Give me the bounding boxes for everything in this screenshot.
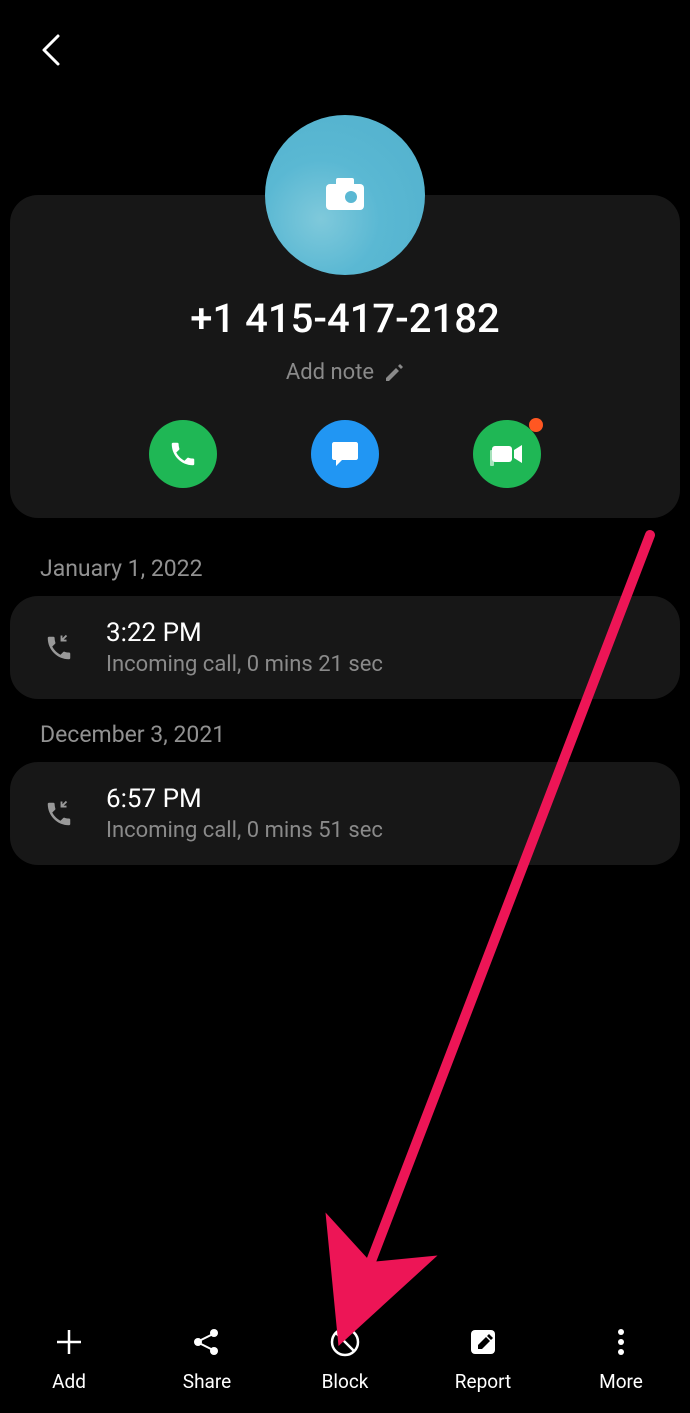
chevron-left-icon [38,32,62,68]
date-header: December 3, 2021 [0,709,690,762]
add-note-button[interactable]: Add note [30,360,660,385]
nav-label: Add [52,1370,86,1393]
call-detail: Incoming call, 0 mins 51 sec [106,818,650,843]
back-button[interactable] [30,30,70,70]
share-icon [189,1324,225,1360]
report-button[interactable]: Report [433,1324,533,1393]
contact-avatar[interactable] [265,115,425,275]
video-icon [490,442,524,466]
phone-number: +1 415-417-2182 [30,295,660,342]
nav-label: More [599,1370,643,1393]
add-button[interactable]: Add [19,1324,119,1393]
message-button[interactable] [311,420,379,488]
more-button[interactable]: More [571,1324,671,1393]
more-vertical-icon [603,1324,639,1360]
nav-label: Share [183,1370,231,1393]
phone-icon [168,439,198,469]
block-button[interactable]: Block [295,1324,395,1393]
call-entry[interactable]: 6:57 PM Incoming call, 0 mins 51 sec [10,762,680,865]
call-time: 3:22 PM [106,618,650,648]
add-note-label: Add note [286,360,374,385]
video-call-button[interactable] [473,420,541,488]
call-entry[interactable]: 3:22 PM Incoming call, 0 mins 21 sec [10,596,680,699]
pencil-icon [384,363,404,383]
call-time: 6:57 PM [106,784,650,814]
block-icon [327,1324,363,1360]
share-button[interactable]: Share [157,1324,257,1393]
nav-label: Block [322,1370,369,1393]
incoming-call-icon [40,799,78,829]
call-log: January 1, 2022 3:22 PM Incoming call, 0… [0,543,690,865]
report-icon [465,1324,501,1360]
plus-icon [51,1324,87,1360]
incoming-call-icon [40,633,78,663]
call-button[interactable] [149,420,217,488]
message-icon [330,440,360,468]
notification-badge [529,418,543,432]
bottom-nav: Add Share Block R [0,1303,690,1413]
call-detail: Incoming call, 0 mins 21 sec [106,652,650,677]
camera-icon [324,178,366,212]
date-header: January 1, 2022 [0,543,690,596]
nav-label: Report [455,1370,511,1393]
